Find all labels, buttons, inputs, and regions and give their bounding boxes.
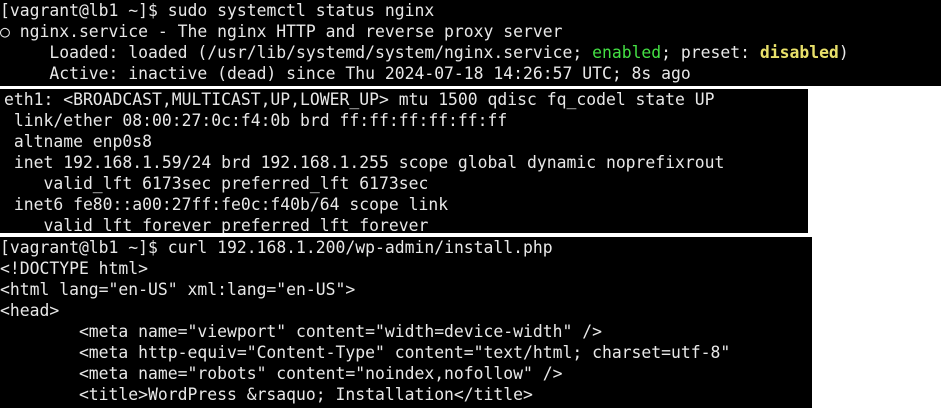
shell-prompt: [vagrant@lb1 ~]$ (0, 1, 168, 20)
active-status-line: Active: inactive (dead) since Thu 2024-0… (0, 64, 691, 83)
service-description-line: ○ nginx.service - The nginx HTTP and rev… (0, 22, 563, 41)
preset-disabled-badge: disabled (759, 43, 839, 62)
shell-prompt: [vagrant@lb1 ~]$ (0, 238, 168, 257)
iface-line: valid_lft forever preferred_lft forever (4, 216, 429, 233)
shell-command: sudo systemctl status nginx (167, 1, 435, 20)
loaded-status-line: Loaded: loaded (/usr/lib/systemd/system/… (0, 43, 849, 62)
shell-command: curl 192.168.1.200/wp-admin/install.php (167, 238, 553, 257)
iface-line: link/ether 08:00:27:0c:f4:0b brd ff:ff:f… (4, 111, 508, 130)
status-command-line: [vagrant@lb1 ~]$ sudo systemctl status n… (0, 0, 941, 21)
terminal-status-panel[interactable]: [vagrant@lb1 ~]$ sudo systemctl status n… (0, 0, 941, 86)
iface-line: inet6 fe80::a00:27ff:fe0c:f40b/64 scope … (4, 195, 449, 214)
curl-command-line: [vagrant@lb1 ~]$ curl 192.168.1.200/wp-a… (0, 237, 812, 258)
terminal-curl-panel[interactable]: [vagrant@lb1 ~]$ curl 192.168.1.200/wp-a… (0, 237, 812, 408)
html-output-line: <meta http-equiv="Content-Type" content=… (0, 343, 731, 362)
html-output-line: <!DOCTYPE html> (0, 259, 149, 278)
terminal-interface-panel[interactable]: eth1: <BROADCAST,MULTICAST,UP,LOWER_UP> … (0, 89, 808, 233)
iface-line: valid_lft 6173sec preferred_lft 6173sec (4, 174, 429, 193)
html-output-line: <head> (0, 301, 60, 320)
html-output-line: <meta name="robots" content="noindex,nof… (0, 364, 563, 383)
iface-line: eth1: <BROADCAST,MULTICAST,UP,LOWER_UP> … (4, 90, 715, 109)
html-output-line: <html lang="en-US" xml:lang="en-US"> (0, 280, 356, 299)
html-output-line: <title>WordPress &rsaquo; Installation</… (0, 385, 533, 404)
iface-line: altname enp0s8 (4, 132, 153, 151)
enabled-badge: enabled (592, 43, 662, 62)
html-output-line: <meta name="viewport" content="width=dev… (0, 322, 602, 341)
iface-line: inet 192.168.1.59/24 brd 192.168.1.255 s… (4, 153, 725, 172)
